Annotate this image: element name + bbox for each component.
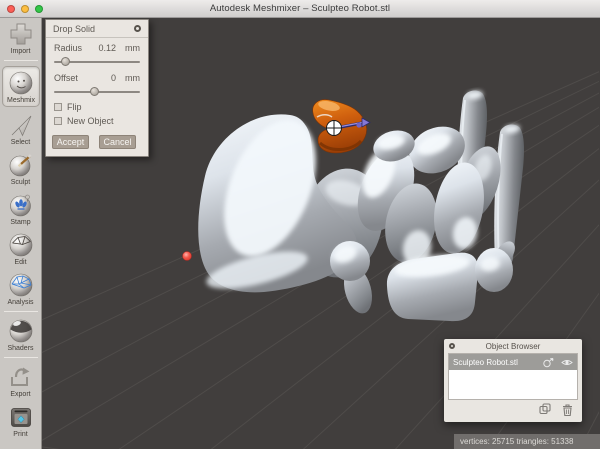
object-browser-title: Object Browser — [485, 342, 541, 351]
sidebar-item-stamp[interactable]: Stamp — [2, 191, 39, 227]
object-browser-panel: Object Browser Sculpteo Robot.stl — [444, 339, 582, 422]
offset-slider[interactable] — [54, 87, 140, 97]
sidebar-item-select[interactable]: Select — [2, 111, 39, 147]
radius-slider-handle[interactable] — [61, 57, 71, 66]
sidebar-item-import[interactable]: Import — [2, 20, 39, 56]
sidebar-item-export[interactable]: Export — [2, 363, 39, 399]
sculpt-brush-icon — [7, 151, 35, 179]
sidebar-item-meshmix[interactable]: Meshmix — [2, 66, 40, 107]
sidebar-item-print[interactable]: Print — [2, 403, 39, 439]
checkbox-box[interactable] — [54, 103, 62, 111]
origin-point — [182, 251, 192, 261]
cancel-button[interactable]: Cancel — [99, 135, 136, 149]
delete-trash-icon[interactable] — [562, 403, 573, 416]
new-object-label: New Object — [67, 116, 114, 126]
close-button[interactable] — [7, 5, 15, 13]
radius-slider[interactable] — [54, 57, 140, 67]
sidebar-item-analysis[interactable]: Analysis — [2, 271, 39, 307]
zoom-button[interactable] — [35, 5, 43, 13]
accept-button[interactable]: Accept — [52, 135, 89, 149]
minimize-button[interactable] — [21, 5, 29, 13]
offset-label: Offset — [54, 73, 78, 83]
transform-icon[interactable] — [542, 357, 554, 368]
radius-param: Radius 0.12 mm — [46, 38, 148, 53]
print-icon — [7, 403, 35, 431]
offset-slider-handle[interactable] — [90, 87, 100, 96]
offset-unit: mm — [125, 73, 140, 83]
new-object-checkbox[interactable]: New Object — [46, 112, 148, 126]
sidebar-separator — [3, 357, 38, 358]
flip-checkbox[interactable]: Flip — [46, 98, 148, 112]
object-name: Sculpteo Robot.stl — [453, 357, 518, 367]
object-row[interactable]: Sculpteo Robot.stl — [449, 354, 577, 370]
export-arrow-icon — [7, 363, 35, 391]
stamp-icon — [7, 191, 35, 219]
shaders-sphere-icon — [7, 317, 35, 345]
status-bar: vertices: 25715 triangles: 51338 — [454, 434, 600, 449]
object-list: Sculpteo Robot.stl — [448, 353, 578, 400]
edit-wireframe-icon — [7, 231, 35, 259]
radius-value[interactable]: 0.12 — [98, 43, 116, 53]
sidebar-item-edit[interactable]: Edit — [2, 231, 39, 267]
panel-title: Drop Solid — [53, 23, 96, 34]
visibility-eye-icon[interactable] — [561, 358, 573, 367]
meshmixer-window: Autodesk Meshmixer – Sculpteo Robot.stl … — [0, 0, 600, 449]
offset-param: Offset 0 mm — [46, 68, 148, 83]
sidebar-separator — [3, 60, 38, 61]
mesh-stats: vertices: 25715 triangles: 51338 — [460, 437, 574, 446]
analysis-mesh-icon — [7, 271, 35, 299]
radius-unit: mm — [125, 43, 140, 53]
drop-solid-panel: Drop Solid Radius 0.12 mm Offset 0 mm Fl… — [45, 19, 149, 157]
checkbox-box[interactable] — [54, 117, 62, 125]
panel-pin-icon[interactable] — [134, 25, 141, 32]
radius-label: Radius — [54, 43, 83, 53]
select-cursor-icon — [7, 111, 35, 139]
sidebar-separator — [3, 311, 38, 312]
titlebar[interactable]: Autodesk Meshmixer – Sculpteo Robot.stl — [0, 0, 600, 18]
flip-label: Flip — [67, 102, 82, 112]
sidebar-item-sculpt[interactable]: Sculpt — [2, 151, 39, 187]
import-plus-icon — [7, 20, 35, 48]
panel-pin-icon[interactable] — [449, 343, 455, 349]
duplicate-icon[interactable] — [539, 403, 551, 415]
window-title: Autodesk Meshmixer – Sculpteo Robot.stl — [209, 3, 391, 14]
viewport-3d[interactable]: Drop Solid Radius 0.12 mm Offset 0 mm Fl… — [42, 18, 600, 449]
sidebar-item-shaders[interactable]: Shaders — [2, 317, 39, 353]
offset-value[interactable]: 0 — [111, 73, 116, 83]
toolbar-sidebar: Import Meshmix Select Sculpt Stamp Edit … — [0, 18, 42, 449]
traffic-lights — [7, 5, 43, 13]
meshmix-sphere-icon — [7, 69, 35, 97]
